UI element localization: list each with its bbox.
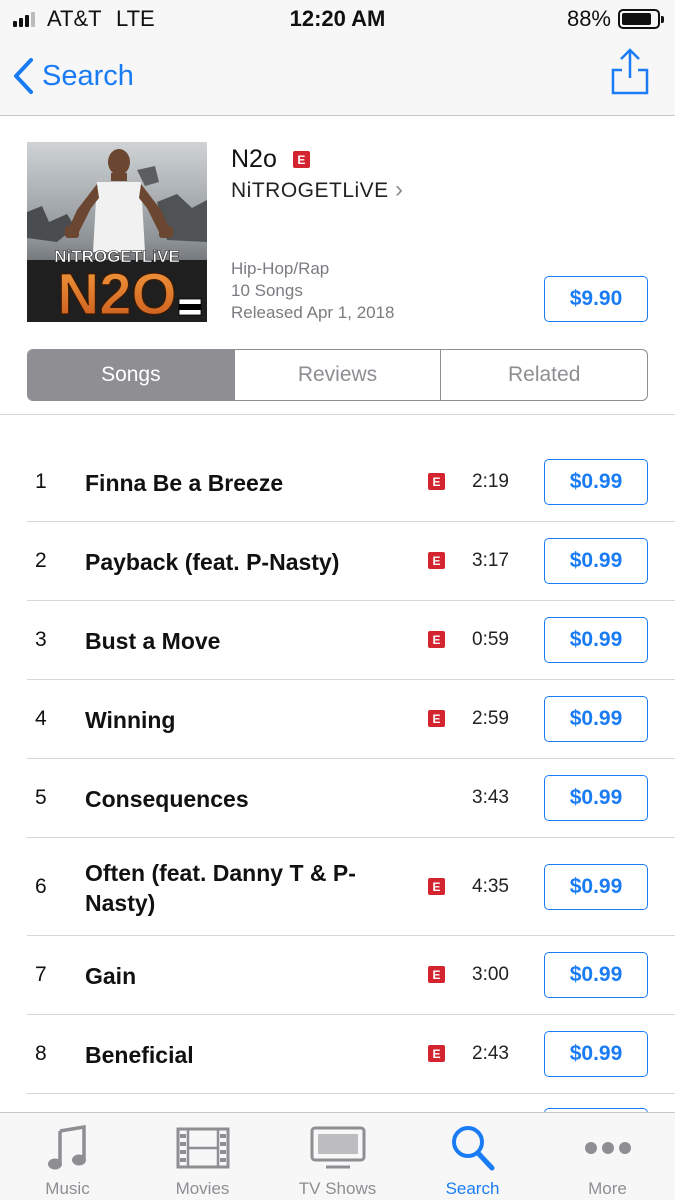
track-number: 5 — [35, 786, 47, 809]
song-row[interactable]: 7 Gain E 3:00 $0.99 — [0, 936, 675, 1015]
tab-label: Movies — [175, 1179, 230, 1198]
song-row[interactable]: 5 Consequences 3:43 $0.99 — [0, 759, 675, 838]
track-title: Consequences — [85, 786, 249, 812]
explicit-badge: E — [428, 473, 445, 490]
tab-related[interactable]: Related — [440, 350, 647, 400]
explicit-badge: E — [428, 631, 445, 648]
track-buy-button[interactable]: $0.99 — [544, 864, 648, 910]
explicit-badge: E — [428, 878, 445, 895]
song-row[interactable]: 3 Bust a Move E 0:59 $0.99 — [0, 601, 675, 680]
track-number: 2 — [35, 549, 47, 572]
song-row[interactable]: 6 Often (feat. Danny T & P-Nasty) E 4:35… — [0, 838, 675, 936]
album-artwork: NiTROGETLiVE N2O — [27, 142, 207, 322]
track-buy-button[interactable]: $0.99 — [544, 459, 648, 505]
track-number: 4 — [35, 707, 47, 730]
track-duration: 3:43 — [472, 787, 509, 808]
track-duration: 2:43 — [472, 1043, 509, 1064]
album-genre: Hip-Hop/Rap — [231, 259, 330, 278]
track-duration: 2:59 — [472, 708, 509, 729]
battery-icon — [618, 9, 664, 29]
explicit-badge: E — [428, 966, 445, 983]
album-buy-button[interactable]: $9.90 — [544, 276, 648, 322]
tab-label: More — [588, 1179, 627, 1198]
track-duration: 0:59 — [472, 629, 509, 650]
track-duration: 4:35 — [472, 876, 509, 897]
music-note-icon — [47, 1125, 86, 1170]
album-title: N2o — [231, 145, 277, 173]
share-icon — [611, 48, 649, 95]
more-icon — [584, 1142, 631, 1154]
song-row[interactable]: 1 Finna Be a Breeze E 2:19 $0.99 — [0, 442, 675, 522]
tab-label: Search — [445, 1179, 500, 1198]
film-icon — [176, 1127, 229, 1169]
track-title: Beneficial — [85, 1042, 194, 1068]
track-number: 1 — [35, 470, 47, 493]
album-title-row: N2o E — [231, 145, 310, 174]
album-release-date: Released Apr 1, 2018 — [231, 303, 395, 322]
track-number: 3 — [35, 628, 47, 651]
tab-reviews[interactable]: Reviews — [233, 350, 441, 400]
parental-advisory-badge — [178, 298, 202, 316]
artist-link[interactable]: NiTROGETLiVE › — [231, 176, 404, 204]
track-title: Finna Be a Breeze — [85, 470, 284, 496]
share-button[interactable] — [610, 46, 650, 96]
back-button-label: Search — [42, 59, 134, 92]
track-buy-button[interactable]: $0.99 — [544, 952, 648, 998]
tab-label: TV Shows — [298, 1179, 377, 1198]
back-button[interactable]: Search — [12, 54, 134, 98]
chevron-right-icon: › — [395, 176, 404, 203]
track-buy-button[interactable]: $0.99 — [544, 617, 648, 663]
battery-percent: 88% — [566, 6, 611, 31]
search-icon — [451, 1126, 494, 1171]
album-art-title-text: N2O — [57, 262, 176, 322]
track-buy-button[interactable]: $0.99 — [544, 696, 648, 742]
album-song-count: 10 Songs — [231, 281, 303, 300]
track-buy-button[interactable]: $0.99 — [544, 1031, 648, 1077]
track-duration: 3:17 — [472, 550, 509, 571]
explicit-badge: E — [428, 552, 445, 569]
explicit-badge: E — [292, 151, 310, 168]
navigation-bar: Search — [0, 38, 675, 116]
track-duration: 2:19 — [472, 471, 509, 492]
tab-search[interactable]: Search — [405, 1113, 540, 1200]
tab-bar: Music Movies TV Shows Search More — [0, 1112, 675, 1200]
tab-label: Music — [45, 1179, 90, 1198]
explicit-badge: E — [428, 710, 445, 727]
artist-name: NiTROGETLiVE — [231, 179, 389, 202]
tab-tv-shows[interactable]: TV Shows — [270, 1113, 405, 1200]
track-buy-button[interactable]: $0.99 — [544, 538, 648, 584]
track-title: Gain — [85, 963, 137, 989]
track-duration: 3:00 — [472, 964, 509, 985]
status-bar: AT&T LTE 12:20 AM 88% — [0, 0, 675, 38]
tab-more[interactable]: More — [540, 1113, 675, 1200]
explicit-badge: E — [428, 1045, 445, 1062]
tab-movies[interactable]: Movies — [135, 1113, 270, 1200]
section-divider — [0, 414, 675, 415]
track-buy-button[interactable]: $0.99 — [544, 775, 648, 821]
tab-songs[interactable]: Songs — [28, 350, 234, 400]
track-title: Bust a Move — [85, 628, 221, 654]
track-title: Winning — [85, 707, 176, 733]
track-title: Often (feat. Danny T & P-Nasty) — [85, 860, 356, 916]
track-number: 7 — [35, 963, 47, 986]
track-title: Payback (feat. P-Nasty) — [85, 549, 340, 575]
track-number: 8 — [35, 1042, 47, 1065]
chevron-left-icon — [14, 58, 33, 94]
segmented-control: Songs Reviews Related — [27, 349, 648, 401]
track-number: 6 — [35, 875, 47, 898]
song-row[interactable]: 8 Beneficial E 2:43 $0.99 — [0, 1015, 675, 1094]
tab-music[interactable]: Music — [0, 1113, 135, 1200]
song-row[interactable]: 2 Payback (feat. P-Nasty) E 3:17 $0.99 — [0, 522, 675, 601]
song-row[interactable]: 4 Winning E 2:59 $0.99 — [0, 680, 675, 759]
tv-icon — [310, 1126, 365, 1169]
